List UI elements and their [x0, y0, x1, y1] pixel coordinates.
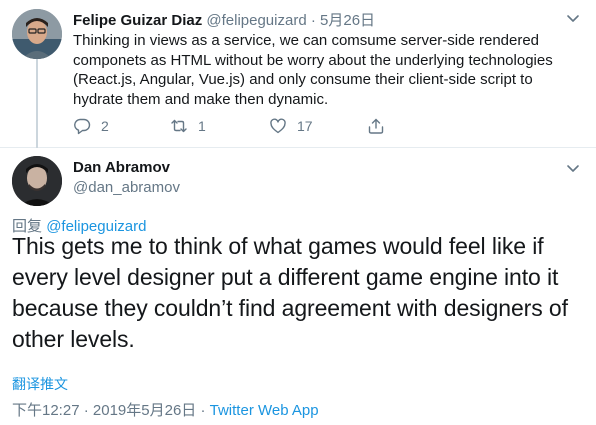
parent-tweet[interactable]: Felipe Guizar Diaz @felipeguizard · 5月26…: [0, 0, 596, 148]
chevron-down-icon[interactable]: [564, 159, 582, 177]
separator: ·: [200, 402, 206, 419]
handle[interactable]: @dan_abramov: [73, 179, 180, 196]
source-app-link[interactable]: Twitter Web App: [210, 402, 319, 419]
share-icon: [368, 118, 384, 134]
tweet-date[interactable]: 2019年5月26日: [93, 402, 196, 419]
avatar[interactable]: [12, 9, 62, 59]
tweet-actions: 2 1 17: [73, 115, 473, 137]
chevron-down-icon[interactable]: [564, 9, 582, 27]
thread-connector-line: [36, 58, 38, 148]
retweet-count: 1: [198, 118, 206, 134]
translate-tweet-link[interactable]: 翻译推文: [12, 374, 68, 394]
separator: ·: [310, 12, 316, 29]
handle[interactable]: @felipeguizard: [206, 12, 306, 29]
like-count: 17: [297, 118, 313, 134]
tweet-metadata: 下午12:27 · 2019年5月26日 · Twitter Web App: [12, 399, 319, 420]
reply-icon: [74, 118, 91, 135]
retweet-icon: [171, 119, 187, 133]
separator: ·: [83, 402, 89, 419]
tweet-text: This gets me to think of what games woul…: [12, 233, 568, 352]
reply-count: 2: [101, 118, 109, 134]
heart-icon: [270, 118, 286, 134]
tweet-date[interactable]: 5月26日: [320, 12, 375, 29]
like-button[interactable]: 17: [269, 115, 313, 137]
display-name[interactable]: Dan Abramov: [73, 159, 170, 176]
parent-tweet-header: Felipe Guizar Diaz @felipeguizard · 5月26…: [73, 9, 375, 30]
reply-button[interactable]: 2: [73, 115, 109, 137]
display-name[interactable]: Felipe Guizar Diaz: [73, 12, 202, 29]
share-button[interactable]: [367, 115, 395, 137]
tweet-text: Thinking in views as a service, we can c…: [73, 32, 553, 108]
avatar[interactable]: [12, 156, 62, 206]
tweet-time[interactable]: 下午12:27: [12, 402, 80, 419]
retweet-button[interactable]: 1: [170, 115, 206, 137]
